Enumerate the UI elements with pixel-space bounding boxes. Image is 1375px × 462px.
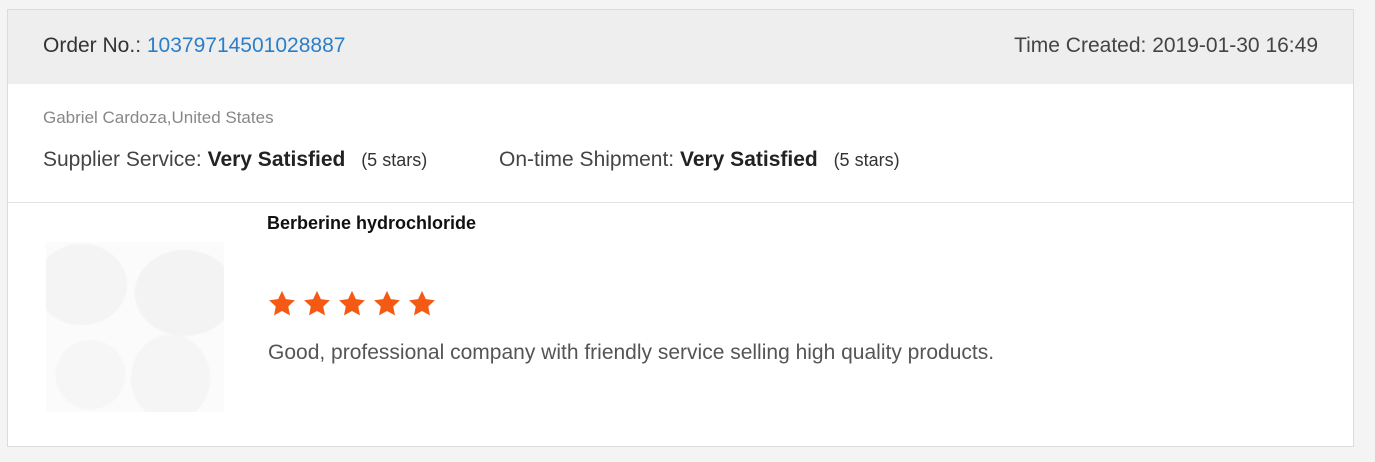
review-card: Order No.: 10379714501028887 Time Create…	[7, 9, 1354, 447]
product-image[interactable]	[46, 242, 224, 412]
time-created-value: 2019-01-30 16:49	[1152, 34, 1318, 57]
order-number-link[interactable]: 10379714501028887	[147, 34, 346, 57]
product-star-rating	[267, 289, 442, 323]
supplier-service-rating: Supplier Service: Very Satisfied (5 star…	[43, 148, 427, 172]
star-icon	[339, 290, 365, 316]
product-name[interactable]: Berberine hydrochloride	[267, 213, 476, 234]
rating-value: Very Satisfied	[207, 148, 346, 171]
time-created-label: Time Created:	[1014, 34, 1147, 57]
order-number-line: Order No.: 10379714501028887	[43, 34, 345, 58]
review-text: Good, professional company with friendly…	[268, 341, 995, 364]
order-number-label: Order No.:	[43, 34, 142, 57]
star-icon	[409, 290, 435, 316]
rating-stars-text: (5 stars)	[833, 150, 900, 170]
star-icon	[269, 290, 295, 316]
rating-value: Very Satisfied	[679, 148, 818, 171]
divider	[8, 202, 1353, 203]
rating-label: Supplier Service:	[43, 148, 202, 171]
reviewer-name-country: Gabriel Cardoza,United States	[43, 108, 274, 127]
rating-label: On-time Shipment:	[499, 148, 675, 171]
ontime-shipment-rating: On-time Shipment: Very Satisfied (5 star…	[499, 148, 900, 172]
star-icon	[304, 290, 330, 316]
star-icon	[374, 290, 400, 316]
ratings-row: Supplier Service: Very Satisfied (5 star…	[43, 148, 900, 172]
order-header: Order No.: 10379714501028887 Time Create…	[8, 10, 1353, 84]
time-created: Time Created: 2019-01-30 16:49	[1014, 34, 1318, 58]
rating-stars-text: (5 stars)	[361, 150, 428, 170]
